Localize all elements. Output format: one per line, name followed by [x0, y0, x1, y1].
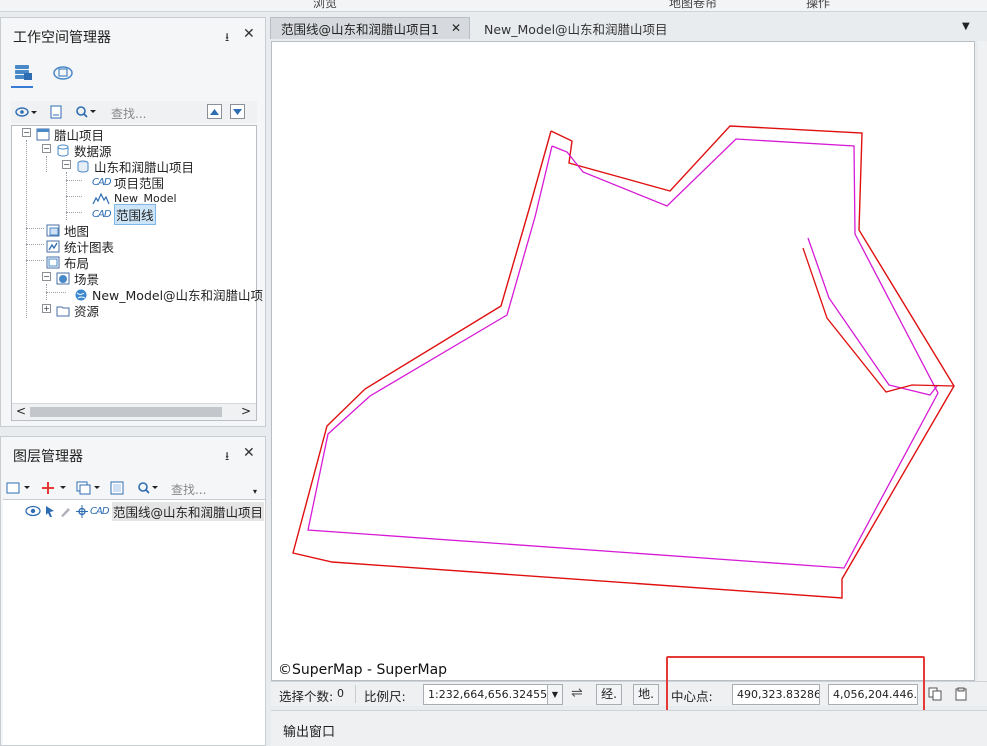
paste-coordinates-icon[interactable] — [953, 686, 969, 702]
active-tab-indicator — [11, 86, 33, 88]
pin-icon[interactable]: ⭳ — [225, 447, 229, 468]
properties-icon[interactable] — [47, 103, 65, 121]
workspace-icon — [36, 128, 50, 140]
move-down-icon[interactable] — [230, 104, 245, 119]
output-window-title[interactable]: 输出窗口 — [283, 721, 335, 740]
copy-coordinates-icon[interactable] — [927, 686, 943, 702]
collapse-toggle[interactable]: − — [22, 128, 31, 137]
selectable-icon[interactable] — [44, 505, 56, 518]
swap-icon[interactable]: ⇌ — [571, 685, 583, 701]
layer-item[interactable]: CAD 范围线@山东和润腊山项目 — [25, 501, 265, 521]
boundary-inner-line-2 — [807, 237, 938, 396]
latitude-button[interactable]: 地. — [633, 684, 659, 705]
datasource-group-icon — [57, 144, 69, 156]
workspace-panel-title: 工作空间管理器 — [13, 30, 111, 46]
layer-search-input[interactable]: 查找... — [171, 481, 206, 498]
scroll-left-icon[interactable]: < — [16, 404, 26, 418]
cad-dataset-icon: CAD — [92, 208, 112, 220]
search-icon[interactable] — [73, 103, 103, 121]
new-layer-group-icon[interactable] — [5, 479, 35, 497]
ribbon-label-operation[interactable]: 操作 — [806, 0, 830, 11]
scrollbar-thumb[interactable] — [30, 407, 222, 417]
globe-icon — [75, 289, 87, 300]
tree-item-scene[interactable]: New_Model@山东和润腊山项 — [74, 286, 263, 303]
close-tab-icon[interactable]: ✕ — [451, 21, 461, 35]
visible-eye-icon[interactable] — [25, 505, 41, 517]
search-icon[interactable] — [135, 479, 165, 497]
close-icon[interactable]: ✕ — [243, 26, 255, 42]
layer-properties-icon[interactable] — [107, 479, 127, 497]
editable-icon[interactable] — [59, 505, 73, 518]
scale-dropdown-icon[interactable]: ▼ — [547, 684, 563, 705]
database-icon — [77, 160, 89, 172]
collapse-toggle[interactable]: − — [42, 272, 51, 281]
document-tab-bar: 范围线@山东和润腊山项目1 ✕ New_Model@山东和润腊山项目 ▼ — [269, 17, 987, 41]
pin-icon[interactable]: ⭳ — [225, 28, 229, 49]
scale-label: 比例尺: — [364, 689, 406, 704]
workspace-search-input[interactable]: 查找... — [111, 105, 146, 122]
horizontal-scrollbar[interactable]: < > — [12, 403, 256, 420]
scale-combobox[interactable]: 1:232,664,656.324553 — [423, 684, 563, 705]
collapse-toggle[interactable]: − — [42, 144, 51, 153]
snappable-icon[interactable] — [76, 504, 88, 518]
ribbon-label-browse[interactable]: 浏览 — [313, 0, 337, 11]
chart-icon — [46, 240, 60, 252]
model-dataset-icon — [92, 192, 110, 204]
map-copyright: ©SuperMap - SuperMap — [278, 662, 448, 678]
toolbar-overflow-icon[interactable]: ▾ — [253, 487, 257, 496]
tab-boundary-map[interactable]: 范围线@山东和润腊山项目1 ✕ — [270, 17, 470, 39]
layer-toolbar: 查找... ▾ — [3, 477, 265, 499]
folder-icon — [56, 306, 70, 316]
boundary-inner-line — [307, 138, 939, 569]
expand-toggle[interactable]: + — [42, 304, 51, 313]
tree-item-dataset-boundary[interactable]: CAD 范围线 — [92, 203, 156, 225]
view-mode-icon[interactable] — [13, 103, 39, 121]
close-icon[interactable]: ✕ — [243, 445, 255, 461]
layout-icon — [46, 256, 60, 268]
ribbon-label-swipe[interactable]: 地图卷帘 — [669, 0, 717, 11]
move-up-icon[interactable] — [207, 104, 222, 119]
cloud-storage-icon[interactable] — [51, 60, 75, 84]
ribbon-strip: 浏览 地图卷帘 操作 — [0, 0, 987, 12]
add-layer-icon[interactable] — [41, 479, 71, 497]
tree-item-dataset-project-range[interactable]: CAD 项目范围 — [92, 174, 164, 191]
workspace-tab-icon[interactable] — [11, 60, 35, 84]
map-view[interactable]: ©SuperMap - SuperMap — [271, 41, 975, 681]
layer-list: CAD 范围线@山东和润腊山项目 — [3, 499, 265, 745]
tab-list-dropdown-icon[interactable]: ▼ — [962, 21, 970, 32]
selection-count-value: 0 — [337, 687, 344, 700]
workspace-manager-panel: 工作空间管理器 ⭳ ✕ 查找... − 腊山项目 − 数据源 − 山东和润腊山项… — [0, 17, 266, 427]
layer-style-icon[interactable] — [75, 479, 105, 497]
scene-icon — [56, 272, 70, 284]
right-edge-strip — [978, 41, 987, 681]
cad-layer-icon: CAD — [90, 505, 110, 517]
cad-dataset-icon: CAD — [92, 176, 112, 188]
collapse-toggle[interactable]: − — [62, 160, 71, 169]
longitude-button[interactable]: 经. — [596, 684, 622, 705]
workspace-tree: − 腊山项目 − 数据源 − 山东和润腊山项目 CAD 项目范围 New_Mod… — [11, 125, 263, 421]
map-icon — [46, 224, 60, 236]
layer-panel-title: 图层管理器 — [13, 449, 83, 465]
tree-item-resources[interactable]: 资源 — [56, 302, 99, 319]
map-canvas[interactable] — [272, 42, 974, 680]
selection-count-label: 选择个数: — [279, 689, 334, 704]
layer-manager-panel: 图层管理器 ⭳ ✕ 查找... ▾ CAD 范围线@山东和润腊山项目 — [0, 436, 266, 746]
workspace-toolbar: 查找... — [11, 101, 257, 123]
output-window: 输出窗口 — [271, 710, 987, 746]
tab-new-model[interactable]: New_Model@山东和润腊山项目 — [474, 17, 694, 39]
scroll-right-icon[interactable]: > — [241, 404, 251, 418]
